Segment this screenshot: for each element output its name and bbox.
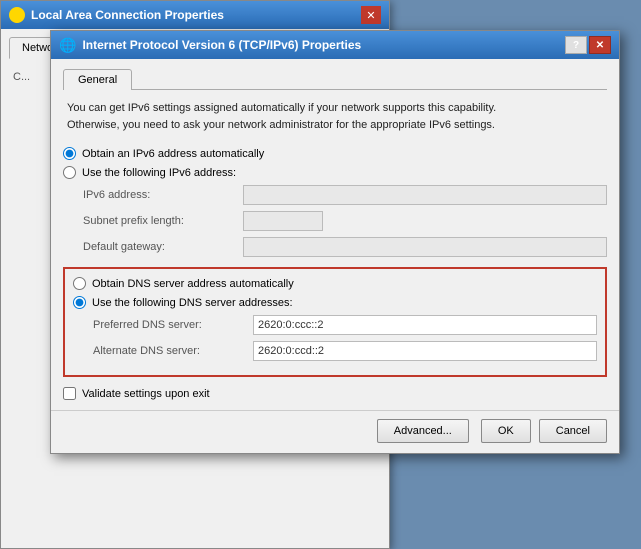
bg-window-title: Local Area Connection Properties bbox=[31, 8, 224, 22]
ipv6-title-bar: 🌐 Internet Protocol Version 6 (TCP/IPv6)… bbox=[51, 31, 619, 59]
manual-dns-radio[interactable] bbox=[73, 296, 86, 309]
dns-fields: Preferred DNS server: Alternate DNS serv… bbox=[93, 315, 597, 361]
alternate-dns-row: Alternate DNS server: bbox=[93, 341, 597, 361]
help-button[interactable]: ? bbox=[565, 36, 587, 54]
general-tab[interactable]: General bbox=[63, 69, 132, 90]
bg-close-button[interactable]: ✕ bbox=[361, 6, 381, 24]
validate-label: Validate settings upon exit bbox=[82, 388, 210, 400]
auto-address-label[interactable]: Obtain an IPv6 address automatically bbox=[63, 147, 607, 160]
description: You can get IPv6 settings assigned autom… bbox=[63, 100, 607, 133]
cancel-button[interactable]: Cancel bbox=[539, 419, 607, 443]
ipv6-field-row: IPv6 address: bbox=[83, 185, 607, 205]
gateway-input[interactable] bbox=[243, 237, 607, 257]
dns-section: Obtain DNS server address automatically … bbox=[63, 267, 607, 377]
alternate-dns-input[interactable] bbox=[253, 341, 597, 361]
close-button[interactable]: ✕ bbox=[589, 36, 611, 54]
manual-address-label[interactable]: Use the following IPv6 address: bbox=[63, 166, 607, 179]
advanced-button[interactable]: Advanced... bbox=[377, 419, 469, 443]
address-fields: IPv6 address: Subnet prefix length: Defa… bbox=[83, 185, 607, 257]
ipv6-dialog-title: Internet Protocol Version 6 (TCP/IPv6) P… bbox=[82, 38, 361, 52]
dialog-content: General You can get IPv6 settings assign… bbox=[51, 59, 619, 410]
dialog-tab-bar: General bbox=[63, 69, 607, 90]
validate-checkbox[interactable] bbox=[63, 387, 76, 400]
address-radio-group: Obtain an IPv6 address automatically Use… bbox=[63, 147, 607, 179]
ok-button[interactable]: OK bbox=[481, 419, 531, 443]
footer-ok-cancel: OK Cancel bbox=[481, 419, 607, 443]
preferred-dns-row: Preferred DNS server: bbox=[93, 315, 597, 335]
preferred-dns-label: Preferred DNS server: bbox=[93, 319, 253, 331]
subnet-field-row: Subnet prefix length: bbox=[83, 211, 607, 231]
ipv6-label: IPv6 address: bbox=[83, 189, 243, 201]
auto-dns-label[interactable]: Obtain DNS server address automatically bbox=[73, 277, 597, 290]
auto-address-radio[interactable] bbox=[63, 147, 76, 160]
ipv6-input[interactable] bbox=[243, 185, 607, 205]
win-buttons: ? ✕ bbox=[565, 36, 611, 54]
preferred-dns-input[interactable] bbox=[253, 315, 597, 335]
ipv6-dialog: 🌐 Internet Protocol Version 6 (TCP/IPv6)… bbox=[50, 30, 620, 454]
alternate-dns-label: Alternate DNS server: bbox=[93, 345, 253, 357]
subnet-input[interactable] bbox=[243, 211, 323, 231]
bg-title-icon bbox=[9, 7, 25, 23]
auto-dns-radio[interactable] bbox=[73, 277, 86, 290]
dialog-footer: Advanced... OK Cancel bbox=[51, 410, 619, 453]
subnet-label: Subnet prefix length: bbox=[83, 215, 243, 227]
dns-radio-group: Obtain DNS server address automatically … bbox=[73, 277, 597, 309]
manual-address-radio[interactable] bbox=[63, 166, 76, 179]
ipv6-title-icon: 🌐 bbox=[59, 37, 76, 54]
gateway-label: Default gateway: bbox=[83, 241, 243, 253]
gateway-field-row: Default gateway: bbox=[83, 237, 607, 257]
manual-dns-label[interactable]: Use the following DNS server addresses: bbox=[73, 296, 597, 309]
bg-title-bar: Local Area Connection Properties ✕ bbox=[1, 1, 389, 29]
validate-row: Validate settings upon exit bbox=[63, 387, 607, 400]
